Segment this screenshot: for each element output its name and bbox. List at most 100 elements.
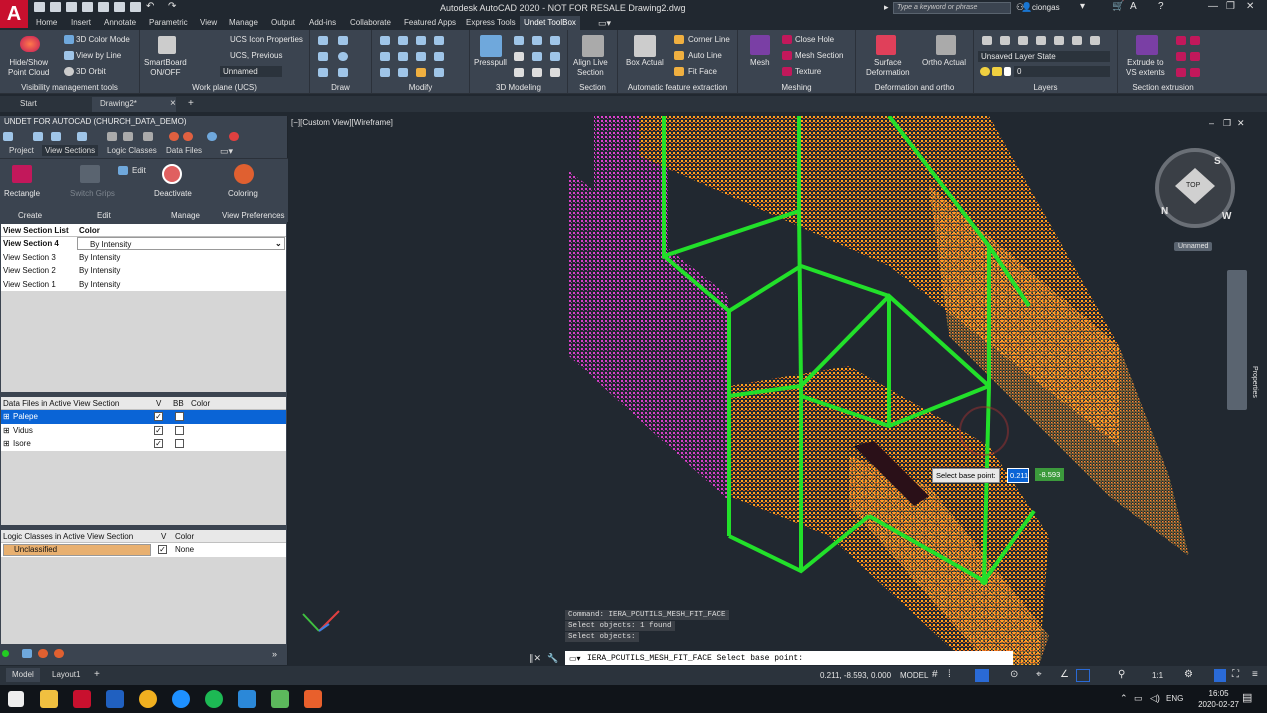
system-clock[interactable]: 16:05 2020-02-27 — [1198, 688, 1239, 710]
subtract-icon[interactable] — [532, 52, 542, 61]
command-close-icon[interactable]: ∥✕ — [529, 653, 541, 664]
snap-icon[interactable]: ⁞ — [948, 669, 951, 680]
column-header[interactable]: Logic Classes in Active View Section — [3, 530, 133, 543]
rectangle-icon[interactable] — [338, 68, 348, 77]
windows-start-icon[interactable] — [8, 691, 24, 707]
spline-icon[interactable] — [318, 52, 328, 61]
refresh-icon[interactable] — [107, 132, 117, 141]
close-button[interactable]: ✕ — [1246, 1, 1254, 12]
table-row[interactable]: View Section 4 By Intensity ⌄ — [1, 237, 286, 251]
3d-color-mode-button[interactable]: 3D Color Mode — [76, 35, 130, 44]
panel-label[interactable]: Visibility management tools — [0, 83, 139, 92]
stop-icon[interactable] — [229, 132, 239, 141]
bb-checkbox[interactable] — [175, 425, 184, 435]
color-dropdown[interactable]: By Intensity — [77, 237, 285, 250]
command-customize-icon[interactable]: 🔧 — [547, 653, 558, 664]
ortho-icon[interactable] — [975, 669, 989, 682]
expand-icon[interactable]: ⊞ — [3, 424, 10, 437]
polyline-icon[interactable] — [318, 36, 328, 45]
tab-insert[interactable]: Insert — [71, 18, 91, 27]
new-icon[interactable] — [34, 2, 45, 12]
box-icon[interactable] — [514, 36, 524, 45]
panel-label[interactable]: Work plane (UCS) — [140, 83, 309, 92]
cart-icon[interactable]: 🛒 — [1112, 1, 1124, 12]
print-icon[interactable] — [130, 2, 141, 12]
palette-bottom-3-icon[interactable] — [54, 649, 64, 658]
isolate-icon[interactable] — [1214, 669, 1226, 682]
thicken-icon[interactable] — [532, 68, 542, 77]
column-header[interactable]: V — [161, 530, 166, 543]
fit-face-button[interactable]: Fit Face — [688, 67, 717, 76]
zoom-icon[interactable] — [123, 132, 133, 141]
tab-output[interactable]: Output — [271, 18, 295, 27]
visibility-checkbox[interactable]: ✓ — [158, 545, 167, 554]
close-hole-button[interactable]: Close Hole — [795, 35, 834, 44]
mesh-button[interactable]: Mesh — [750, 58, 770, 67]
globe-icon[interactable] — [207, 132, 217, 141]
selection-cycling-icon[interactable] — [1076, 669, 1090, 682]
search-arrow-icon[interactable]: ▸ — [884, 2, 889, 13]
grid-icon[interactable]: # — [932, 669, 938, 680]
workspace-gear-icon[interactable]: ⚙ — [1184, 669, 1193, 680]
viewport-restore-button[interactable]: ❐ — [1223, 118, 1231, 129]
tray-arrow-icon[interactable]: ⌃ — [1120, 693, 1128, 704]
autodesk-a360-icon[interactable]: A — [1130, 1, 1137, 12]
layer-off-icon[interactable] — [1054, 36, 1064, 45]
undo-icon[interactable]: ↶ — [146, 1, 154, 12]
layer-isolate-icon[interactable] — [1036, 36, 1046, 45]
move-icon[interactable] — [380, 36, 390, 45]
palette-bottom-2-icon[interactable] — [38, 649, 48, 658]
osnap-icon[interactable]: ⌖ — [1036, 669, 1042, 680]
panel-label[interactable]: Section — [568, 83, 617, 92]
point-cloud-icon[interactable] — [20, 36, 40, 52]
tab-logic-classes[interactable]: Logic Classes — [107, 146, 157, 155]
hide-show-point-cloud-button[interactable]: Hide/Show Point Cloud — [8, 58, 49, 78]
column-header[interactable]: Data Files in Active View Section — [3, 397, 119, 410]
viewport-close-button[interactable]: ✕ — [1237, 118, 1245, 129]
dynamic-input-x[interactable]: 0.211 — [1007, 468, 1029, 483]
save-icon[interactable] — [66, 2, 77, 12]
tab-view[interactable]: View — [200, 18, 217, 27]
filter-icon[interactable] — [77, 132, 87, 141]
info-arrow-icon[interactable]: ▾ — [1080, 1, 1085, 12]
measure-icon[interactable] — [51, 132, 61, 141]
chevron-down-icon[interactable]: ⌄ — [275, 237, 282, 250]
dynamic-input-y[interactable]: -8.593 — [1035, 468, 1065, 481]
tab-view-sections[interactable]: View Sections — [42, 145, 99, 156]
layer-match-icon[interactable] — [1000, 36, 1010, 45]
tab-collaborate[interactable]: Collaborate — [350, 18, 391, 27]
group-edit[interactable]: Edit — [97, 211, 111, 220]
compass-west[interactable]: W — [1222, 211, 1231, 222]
ucs-dropdown[interactable]: Unnamed — [220, 66, 282, 77]
minimize-button[interactable]: — — [1208, 1, 1218, 12]
rotate-icon[interactable] — [380, 52, 390, 61]
array-icon[interactable] — [380, 68, 390, 77]
cloud-icon[interactable] — [98, 2, 109, 12]
visibility-checkbox[interactable]: ✓ — [154, 439, 163, 448]
viewport-minimize-button[interactable]: – — [1209, 118, 1214, 128]
layer-freeze-icon[interactable] — [1072, 36, 1082, 45]
volume-icon[interactable]: ◁) — [1150, 693, 1160, 704]
panel-label[interactable]: Deformation and ortho — [856, 83, 973, 92]
tab-model[interactable]: Model — [6, 668, 40, 682]
column-header[interactable]: Color — [191, 397, 210, 410]
command-line-input[interactable]: IERA_PCUTILS_MESH_FIT_FACE Select base p… — [565, 651, 1013, 665]
table-row[interactable]: ⊞ Isore ✓ — [1, 437, 286, 451]
app-orange-taskbar-icon[interactable] — [304, 690, 322, 708]
add-layout-icon[interactable]: + — [88, 668, 106, 682]
line-icon[interactable] — [338, 36, 348, 45]
extrusion-tool-3-icon[interactable] — [1176, 52, 1186, 61]
app-green-taskbar-icon[interactable] — [271, 690, 289, 708]
autocad-taskbar-icon[interactable] — [73, 690, 91, 708]
network-icon[interactable]: ▭ — [1134, 693, 1143, 704]
tab-project[interactable]: Project — [9, 146, 34, 155]
spotify-taskbar-icon[interactable] — [205, 690, 223, 708]
cylinder-icon[interactable] — [532, 36, 542, 45]
properties-sidetab[interactable]: Properties — [1251, 366, 1258, 398]
table-row[interactable]: View Section 1 By Intensity — [1, 277, 286, 291]
column-header[interactable]: Color — [79, 224, 100, 237]
extrusion-tool-1-icon[interactable] — [1176, 36, 1186, 45]
slice-icon[interactable] — [514, 68, 524, 77]
drawing-viewport[interactable]: [−][Custom View][Wireframe] – ❐ ✕ S W N … — [289, 116, 1267, 665]
lineweight-icon[interactable]: ∠ — [1060, 669, 1069, 680]
